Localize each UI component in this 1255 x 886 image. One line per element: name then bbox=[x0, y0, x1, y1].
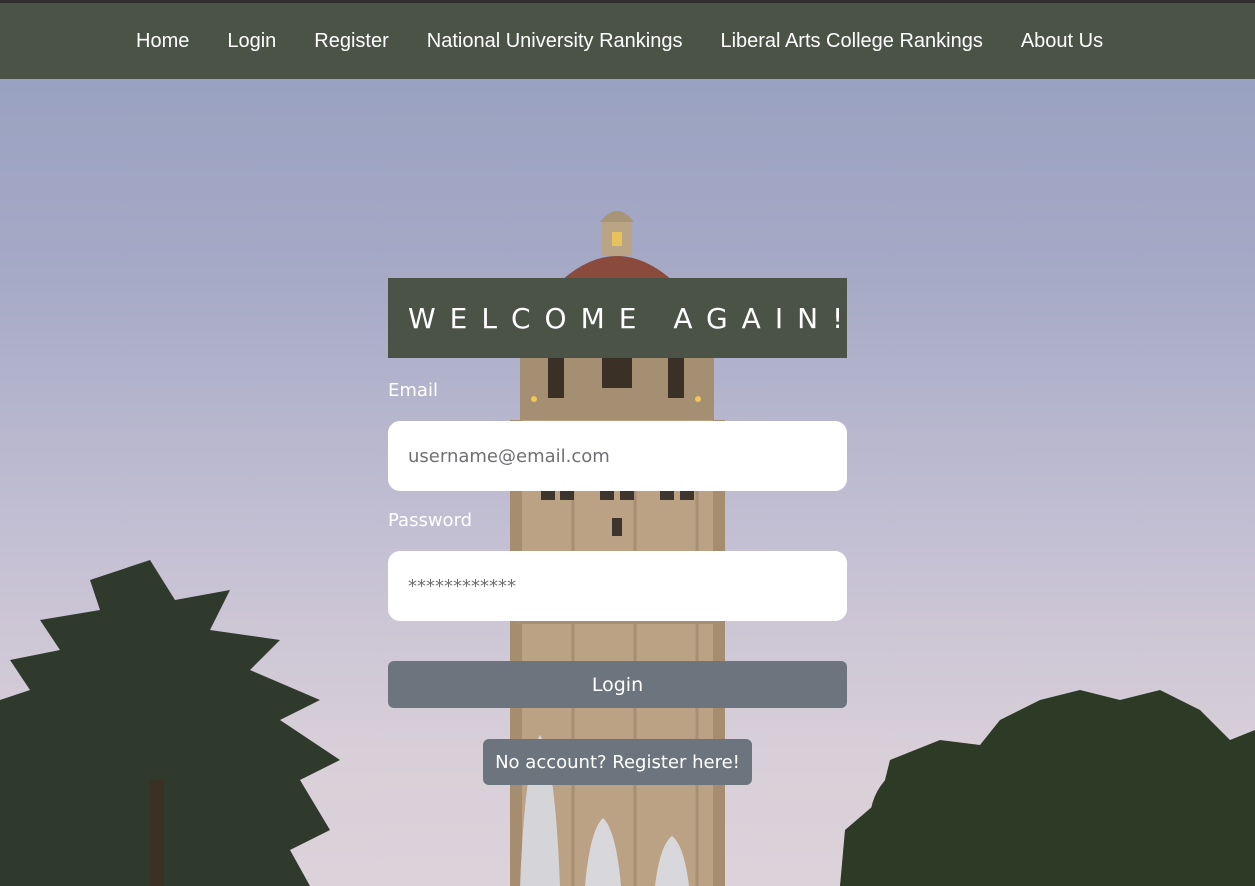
nav-item-login[interactable]: Login bbox=[208, 30, 295, 53]
register-link-button[interactable]: No account? Register here! bbox=[483, 739, 752, 785]
password-label: Password bbox=[388, 510, 473, 531]
password-placeholder: ************ bbox=[408, 575, 516, 597]
email-placeholder: username@email.com bbox=[408, 445, 610, 467]
nav-item-national-university-rankings[interactable]: National University Rankings bbox=[408, 30, 702, 53]
login-page: Home Login Register National University … bbox=[0, 0, 1255, 886]
nav-item-liberal-arts-college-rankings[interactable]: Liberal Arts College Rankings bbox=[701, 30, 1001, 53]
welcome-heading: WELCOME AGAIN! bbox=[408, 301, 858, 335]
right-tree-illustration bbox=[840, 690, 1255, 886]
left-tree-illustration bbox=[0, 560, 340, 886]
nav-item-about-us[interactable]: About Us bbox=[1002, 30, 1122, 53]
welcome-heading-box: WELCOME AGAIN! bbox=[388, 278, 847, 358]
password-input[interactable]: ************ bbox=[388, 551, 847, 621]
nav-menu: Home Login Register National University … bbox=[117, 3, 1122, 79]
top-navbar: Home Login Register National University … bbox=[0, 0, 1255, 79]
login-button[interactable]: Login bbox=[388, 661, 847, 708]
email-label: Email bbox=[388, 380, 438, 401]
email-input[interactable]: username@email.com bbox=[388, 421, 847, 491]
nav-item-register[interactable]: Register bbox=[295, 30, 407, 53]
nav-item-home[interactable]: Home bbox=[117, 30, 208, 53]
